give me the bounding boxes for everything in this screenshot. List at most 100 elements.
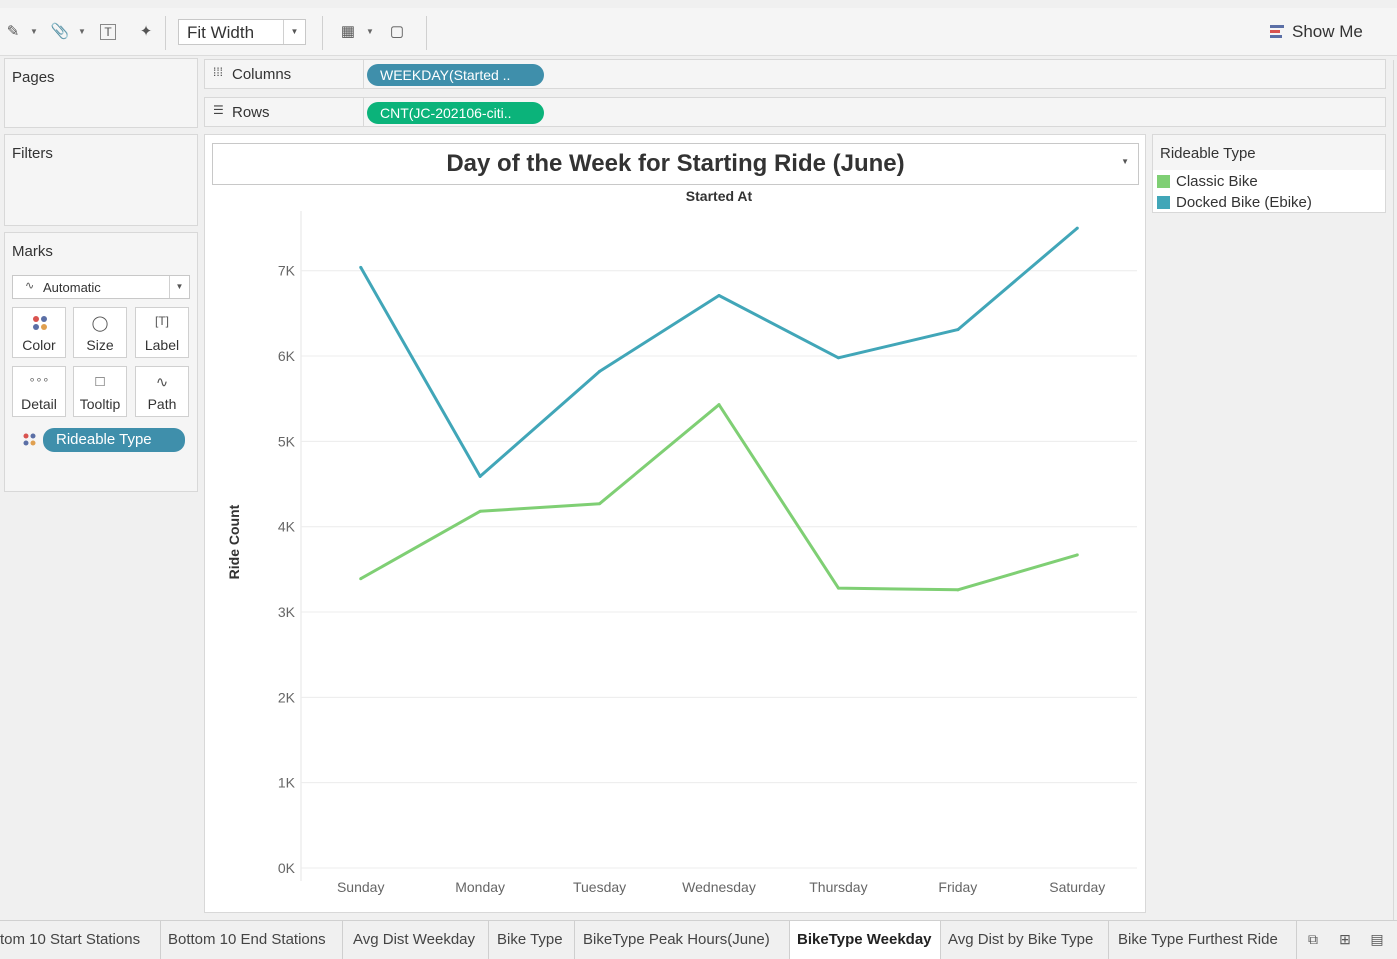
grid-lines <box>301 270 1137 869</box>
size-label: Size <box>86 337 114 353</box>
highlight-icon[interactable]: ✎ <box>3 22 23 42</box>
x-tick-label: Wednesday <box>682 879 756 895</box>
data-point[interactable] <box>598 502 602 506</box>
data-point[interactable] <box>956 588 960 592</box>
tab-bike-type-furthest-ride[interactable]: Bike Type Furthest Ride <box>1109 921 1297 959</box>
show-cards-caret-icon[interactable]: ▼ <box>366 22 374 42</box>
x-tick-label: Monday <box>455 879 505 895</box>
x-tick-labels: Sunday Monday Tuesday Wednesday Thursday Frid… <box>337 879 1105 895</box>
mark-type-select[interactable]: ∿ Automatic ▼ <box>12 275 190 299</box>
color-button[interactable]: Color <box>12 307 66 358</box>
text-label-icon: [T] <box>155 314 169 328</box>
legend-header[interactable]: Rideable Type <box>1153 135 1385 170</box>
color-encoding-icon <box>23 433 36 446</box>
rideable-type-pill[interactable]: Rideable Type <box>43 428 185 452</box>
new-story-icon[interactable]: ▤ <box>1368 931 1386 949</box>
mark-type-label: Automatic <box>43 280 101 295</box>
chevron-down-icon[interactable]: ▼ <box>1121 157 1129 166</box>
y-tick-label: 7K <box>278 263 296 279</box>
data-point[interactable] <box>1075 553 1079 557</box>
y-tick-label: 6K <box>278 348 296 364</box>
y-tick-label: 3K <box>278 604 296 620</box>
chevron-down-icon[interactable]: ▼ <box>283 20 305 44</box>
x-tick-label: Friday <box>938 879 977 895</box>
series-line-classic-bike[interactable] <box>359 403 1078 592</box>
pages-title: Pages <box>12 69 55 86</box>
show-cards-icon[interactable]: ▦ <box>338 22 358 42</box>
tab-biketype-peak-hours[interactable]: BikeType Peak Hours(June) <box>575 921 790 959</box>
pages-card[interactable]: Pages <box>4 58 198 128</box>
filters-card[interactable]: Filters <box>4 134 198 226</box>
data-point[interactable] <box>717 293 721 297</box>
tooltip-label: Tooltip <box>79 396 121 412</box>
columns-shelf: ⁞⁞⁞ Columns WEEKDAY(Started .. <box>204 59 1386 89</box>
chart-title-box[interactable]: Day of the Week for Starting Ride (June)… <box>212 143 1139 185</box>
legend-label: Classic Bike <box>1176 173 1258 190</box>
marks-title: Marks <box>12 243 53 260</box>
tab-bike-type[interactable]: Bike Type <box>489 921 575 959</box>
y-tick-label: 0K <box>278 860 296 876</box>
toolbar-divider <box>165 16 166 50</box>
x-tick-label: Saturday <box>1049 879 1105 895</box>
data-point[interactable] <box>478 474 482 478</box>
series-line-docked-bike-ebike[interactable] <box>359 226 1079 478</box>
x-tick-label: Thursday <box>809 879 867 895</box>
rows-label-area: ☰ Rows <box>205 98 364 126</box>
chevron-down-icon[interactable]: ▼ <box>169 276 189 298</box>
data-point[interactable] <box>717 403 721 407</box>
show-me-icon <box>1270 25 1284 38</box>
marks-card: Marks ∿ Automatic ▼ Color ◯ Size [T] Lab… <box>4 232 198 492</box>
new-dashboard-icon[interactable]: ⊞ <box>1336 931 1354 949</box>
data-point[interactable] <box>359 265 363 269</box>
presentation-mode-icon[interactable]: ▢ <box>387 22 407 42</box>
y-tick-label: 2K <box>278 689 296 705</box>
y-tick-labels: 0K 1K 2K 3K 4K 5K 6K 7K <box>278 263 296 876</box>
data-point[interactable] <box>598 369 602 373</box>
tab-bottom-10-end-stations[interactable]: Bottom 10 End Stations <box>161 921 343 959</box>
size-button[interactable]: ◯ Size <box>73 307 127 358</box>
y-axis-title: Ride Count <box>226 504 242 579</box>
data-point[interactable] <box>836 356 840 360</box>
tab-avg-dist-weekday[interactable]: Avg Dist Weekday <box>343 921 489 959</box>
text-label-icon[interactable]: T <box>100 24 116 40</box>
data-point[interactable] <box>359 577 363 581</box>
columns-icon: ⁞⁞⁞ <box>213 65 224 79</box>
line-mark-icon: ∿ <box>25 280 35 292</box>
sheet-tabs: tom 10 Start Stations Bottom 10 End Stat… <box>0 920 1397 959</box>
detail-icon: ∘∘∘ <box>28 374 50 386</box>
tooltip-button[interactable]: □ Tooltip <box>73 366 127 417</box>
rows-pill[interactable]: CNT(JC-202106-citi.. <box>367 102 544 124</box>
y-tick-label: 1K <box>278 775 296 791</box>
highlight-caret-icon[interactable]: ▼ <box>30 22 38 42</box>
pin-icon[interactable]: ✦ <box>136 22 156 42</box>
chart-subtitle: Started At <box>686 188 753 204</box>
tab-avg-dist-by-bike-type[interactable]: Avg Dist by Bike Type <box>941 921 1109 959</box>
path-label: Path <box>147 396 177 412</box>
tab-top-10-start-stations[interactable]: tom 10 Start Stations <box>0 921 161 959</box>
filters-title: Filters <box>12 145 53 162</box>
fit-width-select[interactable]: Fit Width ▼ <box>178 19 306 45</box>
columns-label-area: ⁞⁞⁞ Columns <box>205 60 364 88</box>
data-point[interactable] <box>478 509 482 513</box>
new-worksheet-icon[interactable]: ⧉ <box>1304 931 1322 949</box>
paperclip-icon[interactable]: 📎 <box>50 22 70 42</box>
toolbar: ✎ ▼ 📎 ▼ T ✦ Fit Width ▼ ▦ ▼ ▢ Show Me <box>0 8 1397 56</box>
data-point[interactable] <box>956 328 960 332</box>
color-label: Color <box>22 337 56 353</box>
path-button[interactable]: ∿ Path <box>135 366 189 417</box>
tooltip-icon: □ <box>95 373 105 390</box>
rows-label: Rows <box>232 104 270 121</box>
show-me-label: Show Me <box>1292 22 1363 41</box>
detail-button[interactable]: ∘∘∘ Detail <box>12 366 66 417</box>
toolbar-divider <box>322 16 323 50</box>
paperclip-caret-icon[interactable]: ▼ <box>78 22 86 42</box>
legend-swatch <box>1157 175 1170 188</box>
label-button[interactable]: [T] Label <box>135 307 189 358</box>
data-point[interactable] <box>836 586 840 590</box>
y-tick-label: 4K <box>278 519 296 535</box>
columns-pill[interactable]: WEEKDAY(Started .. <box>367 64 544 86</box>
data-point[interactable] <box>1075 226 1079 230</box>
panel-divider <box>1393 60 1394 920</box>
legend-label: Docked Bike (Ebike) <box>1176 194 1312 211</box>
tab-biketype-weekday[interactable]: BikeType Weekday <box>790 921 941 959</box>
